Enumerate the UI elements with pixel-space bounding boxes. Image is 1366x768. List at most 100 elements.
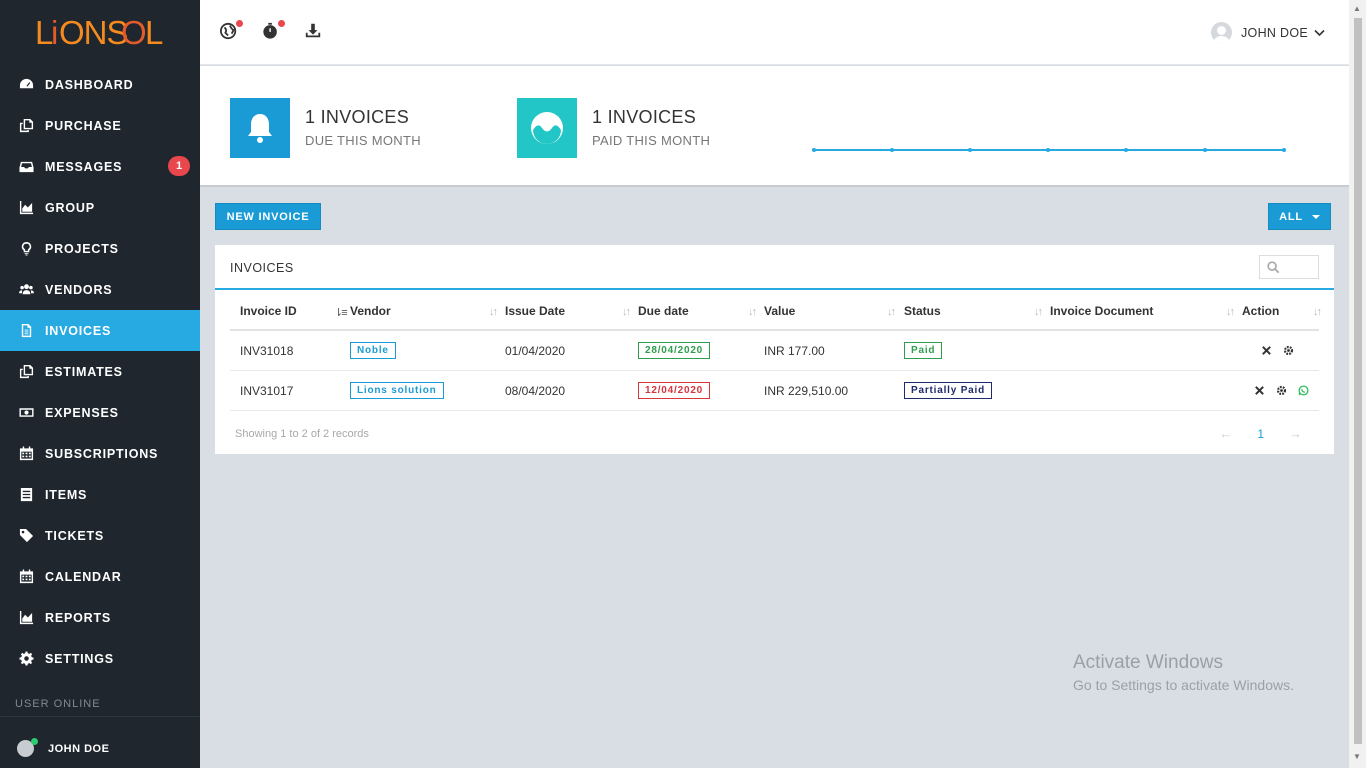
close-icon[interactable] [1253,385,1265,397]
tag-icon [18,528,34,544]
col-issue-date[interactable]: Issue Date [505,292,565,329]
sidebar-item-reports[interactable]: REPORTS [0,597,200,638]
svg-text:ONS: ONS [59,14,128,50]
stat-label: PAID THIS MONTH [592,133,711,148]
filter-all-dropdown[interactable]: ALL [1268,203,1331,230]
sidebar-item-label: SETTINGS [45,651,114,666]
sort-icon[interactable]: ↓↑ [1226,306,1235,318]
windows-activation-watermark: Activate Windows Go to Settings to activ… [1073,652,1294,693]
due-date-tag: 12/04/2020 [638,382,711,399]
invoices-table: Invoice ID ⇂≡ Vendor ↓↑ Issue Date ↓↑ Du… [230,292,1322,411]
col-status[interactable]: Status [904,292,941,329]
sort-icon[interactable]: ↓↑ [622,306,631,318]
users-icon [18,282,34,298]
sort-icon[interactable]: ↓↑ [1313,306,1322,318]
close-icon[interactable] [1260,345,1272,357]
col-invoice-document[interactable]: Invoice Document [1050,292,1153,329]
online-user[interactable]: JOHN DOE [17,738,110,757]
sparkline [812,148,1286,152]
sidebar-item-label: PURCHASE [45,118,122,133]
invoice-value: INR 177.00 [764,343,825,358]
arrow-right-icon[interactable]: → [1289,426,1302,441]
col-invoice-id[interactable]: Invoice ID [240,292,297,329]
invoice-id[interactable]: INV31017 [240,371,293,410]
sidebar-item-messages[interactable]: MESSAGES 1 [0,146,200,187]
sidebar-item-calendar[interactable]: CALENDAR [0,556,200,597]
calendar-icon [18,569,34,585]
online-user-name: JOHN DOE [48,742,110,755]
sidebar-item-label: INVOICES [45,323,112,338]
whatsapp-icon[interactable] [1297,385,1309,397]
sidebar-item-items[interactable]: ITEMS [0,474,200,515]
table-row: INV31017 Lions solution 08/04/2020 12/04… [230,371,1319,411]
filter-all-label: ALL [1279,210,1303,223]
globe-icon[interactable] [220,20,243,42]
user-menu[interactable]: JOHN DOE [1211,22,1325,43]
sort-icon[interactable]: ↓↑ [489,306,498,318]
invoice-id[interactable]: INV31018 [240,331,293,370]
scroll-down-icon[interactable]: ▼ [1353,752,1361,761]
sort-icon[interactable]: ↓↑ [887,306,896,318]
gear-icon [18,651,34,667]
sidebar-item-label: ITEMS [45,487,88,502]
stats-bar: 1 INVOICES DUE THIS MONTH 1 INVOICES PAI… [200,66,1349,187]
pagination: ← 1 → [1219,426,1302,441]
download-icon[interactable] [304,22,324,42]
invoice-value: INR 229,510.00 [764,383,849,398]
new-invoice-button[interactable]: NEW INVOICE [215,203,321,230]
panel-header: INVOICES [215,245,1334,290]
vendor-tag[interactable]: Lions solution [350,382,444,399]
watermark-subtitle: Go to Settings to activate Windows. [1073,677,1294,693]
sort-icon[interactable]: ↓↑ [748,306,757,318]
sidebar-item-label: DASHBOARD [45,77,134,92]
vendor-tag[interactable]: Noble [350,342,396,359]
svg-text:i: i [51,14,57,50]
notification-dot [236,20,243,27]
arrow-left-icon[interactable]: ← [1219,426,1232,441]
sidebar-nav: DASHBOARD PURCHASE MESSAGES 1 GROUP PROJECTS V… [0,64,200,679]
col-value[interactable]: Value [764,292,795,329]
sidebar-item-projects[interactable]: PROJECTS [0,228,200,269]
gear-icon[interactable] [1282,345,1294,357]
notification-dot [278,20,285,27]
avatar [17,738,38,757]
scroll-up-icon[interactable]: ▲ [1353,4,1361,13]
sidebar-item-purchase[interactable]: PURCHASE [0,105,200,146]
search-box [1259,255,1319,279]
search-icon [1267,261,1280,274]
sort-desc-icon[interactable]: ⇂≡ [334,306,348,319]
stat-label: DUE THIS MONTH [305,133,421,148]
sidebar-item-vendors[interactable]: VENDORS [0,269,200,310]
sidebar-item-label: PROJECTS [45,241,119,256]
sidebar-item-settings[interactable]: SETTINGS [0,638,200,679]
user-online-heading: USER ONLINE [15,698,101,710]
sidebar-item-dashboard[interactable]: DASHBOARD [0,64,200,105]
sidebar-item-expenses[interactable]: EXPENSES [0,392,200,433]
gear-icon[interactable] [1275,385,1287,397]
lionsol-logo: L i ONS O L [35,14,164,50]
page-number[interactable]: 1 [1257,427,1264,441]
vertical-scrollbar[interactable]: ▲ ▼ [1349,0,1366,768]
col-due-date[interactable]: Due date [638,292,689,329]
col-action[interactable]: Action [1242,292,1279,329]
sidebar-item-label: TICKETS [45,528,105,543]
sidebar-item-estimates[interactable]: ESTIMATES [0,351,200,392]
row-actions [1260,331,1304,370]
app-logo[interactable]: L i ONS O L [0,0,200,64]
sidebar-item-label: ESTIMATES [45,364,123,379]
sidebar-item-tickets[interactable]: TICKETS [0,515,200,556]
watermark-title: Activate Windows [1073,652,1223,673]
sidebar-item-invoices[interactable]: INVOICES [0,310,200,351]
stopwatch-icon[interactable] [262,20,285,42]
caret-down-icon [1311,214,1320,219]
sidebar-item-subscriptions[interactable]: SUBSCRIPTIONS [0,433,200,474]
col-vendor[interactable]: Vendor [350,292,391,329]
avatar [1211,22,1232,43]
topbar: JOHN DOE [200,0,1349,65]
sidebar-item-group[interactable]: GROUP [0,187,200,228]
inbox-icon [18,159,34,175]
wave-icon [531,112,563,144]
sort-icon[interactable]: ↓↑ [1034,306,1043,318]
chevron-down-icon [1314,29,1325,36]
scrollbar-thumb[interactable] [1354,18,1362,744]
